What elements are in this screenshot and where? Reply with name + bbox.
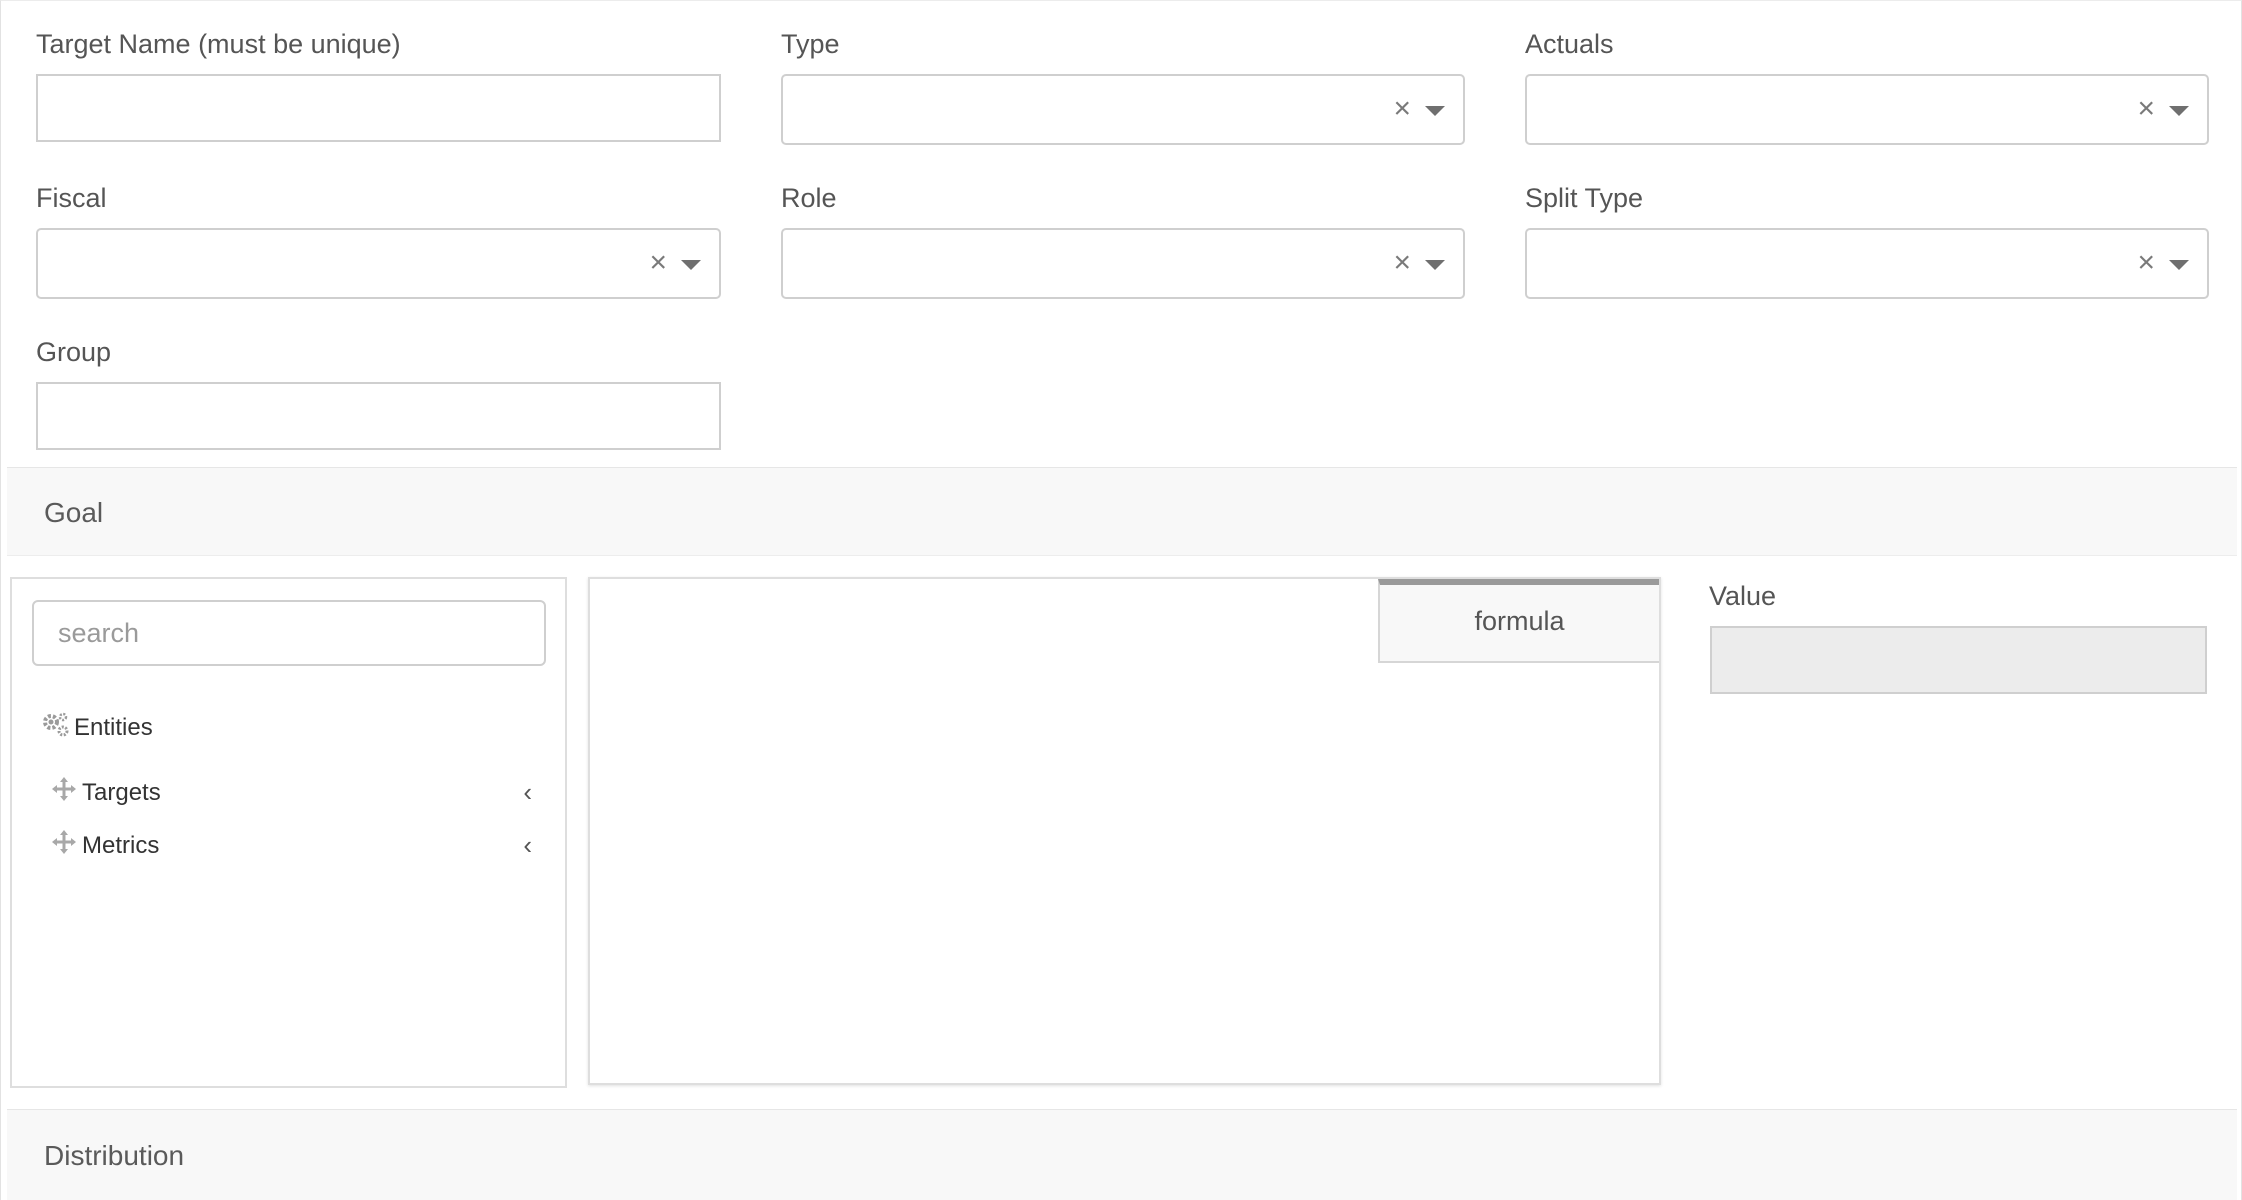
chevron-left-icon[interactable]: ‹ — [523, 830, 532, 861]
tree-item-targets[interactable]: Targets ‹ — [50, 775, 558, 810]
clear-icon[interactable]: × — [2137, 92, 2155, 126]
actuals-label: Actuals — [1525, 29, 1614, 59]
tab-formula[interactable]: formula — [1378, 579, 1659, 663]
type-select[interactable]: × — [781, 74, 1465, 145]
clear-icon[interactable]: × — [1393, 92, 1411, 126]
type-label: Type — [781, 29, 840, 59]
tree-root-entities[interactable]: Entities — [40, 710, 153, 745]
tree-item-label: Targets — [82, 778, 161, 806]
target-form-page: Target Name (must be unique) Type × Actu… — [0, 0, 2242, 1200]
chevron-down-icon[interactable] — [2169, 106, 2189, 116]
formula-editor-panel[interactable]: formula — [588, 577, 1661, 1085]
chevron-down-icon[interactable] — [1425, 260, 1445, 270]
chevron-down-icon[interactable] — [681, 260, 701, 270]
chevron-down-icon[interactable] — [2169, 260, 2189, 270]
value-field — [1710, 626, 2207, 694]
group-input[interactable] — [36, 382, 721, 450]
group-label: Group — [36, 337, 112, 367]
split-type-label: Split Type — [1525, 183, 1644, 213]
role-select[interactable]: × — [781, 228, 1465, 299]
gears-icon — [40, 710, 70, 745]
tree-search-input[interactable] — [32, 600, 546, 666]
target-name-label: Target Name (must be unique) — [36, 29, 401, 59]
value-label: Value — [1709, 581, 1777, 611]
chevron-left-icon[interactable]: ‹ — [523, 777, 532, 808]
fiscal-select[interactable]: × — [36, 228, 721, 299]
target-name-input[interactable] — [36, 74, 721, 142]
clear-icon[interactable]: × — [1393, 246, 1411, 280]
entity-tree-panel: Entities Targets ‹ Metrics ‹ — [10, 577, 567, 1088]
tree-item-label: Metrics — [82, 831, 160, 859]
actuals-select[interactable]: × — [1525, 74, 2209, 145]
move-icon — [50, 775, 78, 810]
role-label: Role — [781, 183, 837, 213]
distribution-section-title: Distribution — [44, 1140, 185, 1171]
chevron-down-icon[interactable] — [1425, 106, 1445, 116]
clear-icon[interactable]: × — [649, 246, 667, 280]
goal-section-title: Goal — [44, 497, 104, 528]
fiscal-label: Fiscal — [36, 183, 107, 213]
goal-section-header[interactable]: Goal — [7, 467, 2237, 556]
split-type-select[interactable]: × — [1525, 228, 2209, 299]
tree-item-metrics[interactable]: Metrics ‹ — [50, 828, 558, 863]
tree-root-label: Entities — [74, 713, 153, 741]
distribution-section-header[interactable]: Distribution — [7, 1109, 2237, 1200]
clear-icon[interactable]: × — [2137, 246, 2155, 280]
move-icon — [50, 828, 78, 863]
